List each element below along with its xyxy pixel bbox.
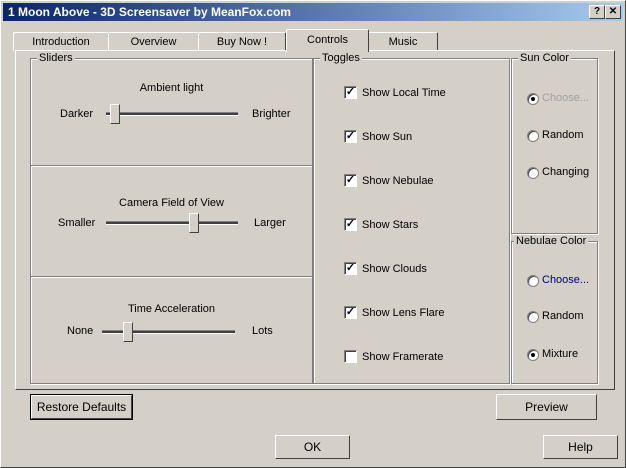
nebulae-color-group-label: Nebulae Color	[514, 235, 589, 247]
sun-color-changing-label[interactable]: Changing	[542, 166, 589, 178]
ambient-slider-track[interactable]	[106, 112, 238, 116]
nebulae-color-random-label[interactable]: Random	[542, 310, 584, 322]
checkbox-show-nebulae[interactable]: ✓	[344, 174, 357, 187]
camera-fov-title: Camera Field of View	[119, 197, 224, 209]
fov-min-label: Smaller	[58, 217, 96, 229]
toggle-label-show-nebulae[interactable]: Show Nebulae	[362, 175, 434, 187]
toggles-group-label: Toggles	[320, 52, 362, 64]
tab-controls[interactable]: Controls	[286, 29, 369, 52]
nebulae-color-choose-link[interactable]: Choose...	[542, 274, 589, 286]
title-bar[interactable]: 1 Moon Above - 3D Screensaver by MeanFox…	[3, 3, 623, 21]
sun-color-choose-label: Choose...	[542, 92, 590, 104]
sliders-group: Sliders Ambient light Darker Brighter Ca…	[30, 52, 313, 384]
fov-slider-track[interactable]	[106, 221, 238, 225]
nebulae-color-radio-mixture[interactable]	[527, 349, 539, 361]
preview-button[interactable]: Preview	[496, 394, 597, 420]
tab-buy-now[interactable]: Buy Now !	[198, 32, 286, 51]
toggle-label-show-framerate[interactable]: Show Framerate	[362, 351, 443, 363]
toggle-label-show-sun[interactable]: Show Sun	[362, 131, 412, 143]
tab-overview[interactable]: Overview	[108, 32, 199, 51]
toggles-group: Toggles ✓ Show Local Time ✓ Show Sun ✓ S…	[313, 52, 510, 384]
checkbox-show-local-time[interactable]: ✓	[344, 86, 357, 99]
restore-defaults-label: Restore Defaults	[36, 400, 127, 414]
sun-color-radio-changing[interactable]	[527, 167, 539, 179]
toggle-label-show-stars[interactable]: Show Stars	[362, 219, 418, 231]
time-max-label: Lots	[252, 325, 273, 337]
nebulae-color-radio-choose[interactable]	[527, 275, 539, 287]
checkbox-show-sun[interactable]: ✓	[344, 130, 357, 143]
camera-fov-section: Camera Field of View Smaller Larger	[31, 166, 312, 277]
ambient-max-label: Brighter	[252, 108, 291, 120]
window-title: 1 Moon Above - 3D Screensaver by MeanFox…	[8, 5, 291, 19]
toggle-label-show-lens-flare[interactable]: Show Lens Flare	[362, 307, 445, 319]
sun-color-radio-random[interactable]	[527, 130, 539, 142]
help-icon[interactable]: ?	[589, 5, 605, 19]
sun-color-group-label: Sun Color	[518, 52, 571, 64]
ambient-slider-thumb[interactable]	[109, 104, 120, 124]
fov-max-label: Larger	[254, 217, 286, 229]
toggle-label-show-local-time[interactable]: Show Local Time	[362, 87, 446, 99]
dialog-window: 1 Moon Above - 3D Screensaver by MeanFox…	[0, 0, 626, 468]
time-acceleration-title: Time Acceleration	[127, 303, 216, 315]
nebulae-color-mixture-label[interactable]: Mixture	[542, 348, 578, 360]
controls-panel: Sliders Ambient light Darker Brighter Ca…	[15, 50, 615, 390]
sun-color-radio-choose	[527, 93, 539, 105]
ok-button[interactable]: OK	[275, 435, 350, 459]
time-min-label: None	[67, 325, 94, 337]
tab-music[interactable]: Music	[368, 32, 438, 51]
sun-color-group: Sun Color Choose... Random Changing	[511, 52, 598, 234]
help-button[interactable]: Help	[543, 435, 618, 459]
sun-color-random-label[interactable]: Random	[542, 129, 584, 141]
close-icon[interactable]: ✕	[605, 5, 621, 19]
time-acceleration-section: Time Acceleration None Lots	[31, 277, 312, 383]
checkbox-show-clouds[interactable]: ✓	[344, 262, 357, 275]
checkbox-show-framerate[interactable]	[344, 350, 357, 363]
ambient-light-section: Ambient light Darker Brighter	[31, 59, 312, 166]
nebulae-color-group: Nebulae Color Choose... Random Mixture	[511, 235, 598, 384]
toggle-label-show-clouds[interactable]: Show Clouds	[362, 263, 427, 275]
nebulae-color-radio-random[interactable]	[527, 311, 539, 323]
time-slider-thumb[interactable]	[122, 322, 133, 342]
checkbox-show-lens-flare[interactable]: ✓	[344, 306, 357, 319]
checkbox-show-stars[interactable]: ✓	[344, 218, 357, 231]
restore-defaults-button[interactable]: Restore Defaults	[30, 394, 133, 420]
ambient-min-label: Darker	[60, 108, 94, 120]
fov-slider-thumb[interactable]	[188, 213, 199, 233]
ambient-light-title: Ambient light	[139, 82, 204, 94]
tab-introduction[interactable]: Introduction	[13, 32, 109, 51]
